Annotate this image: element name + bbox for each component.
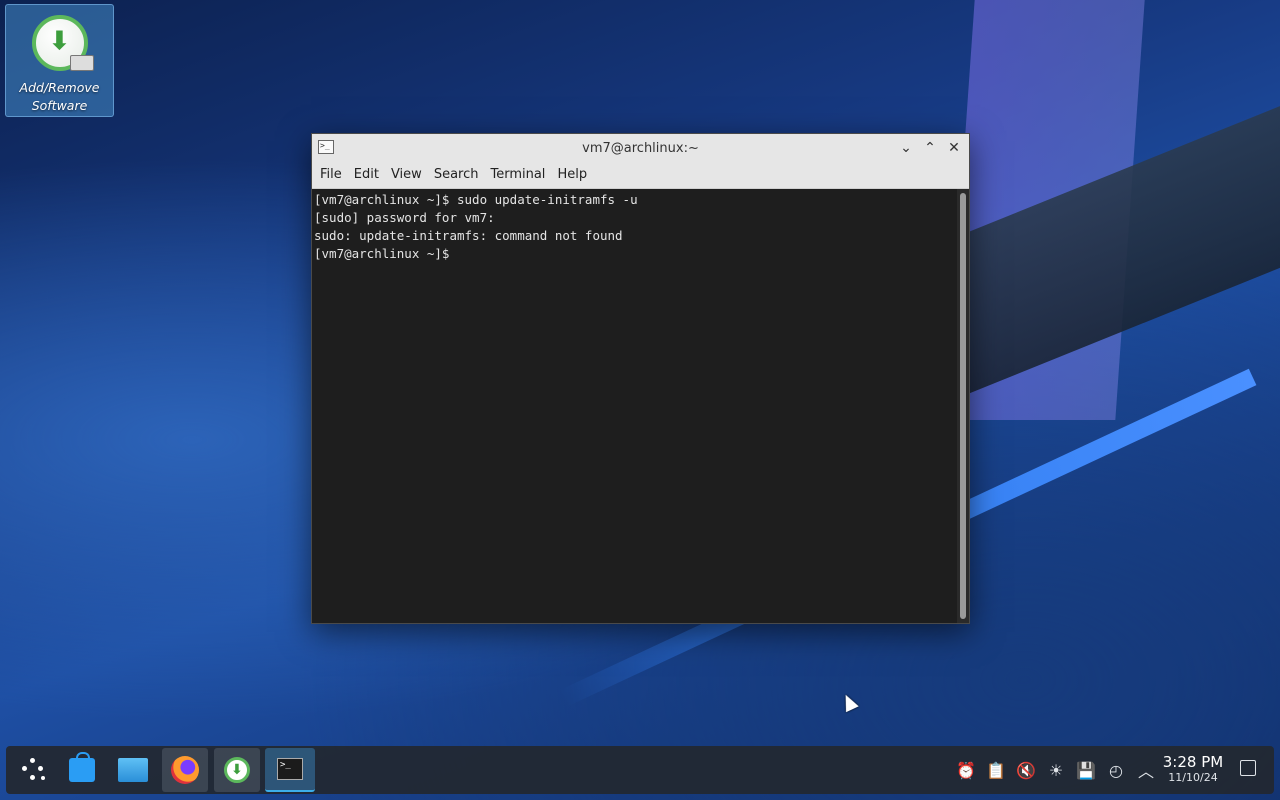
terminal-output[interactable]: [vm7@archlinux ~]$ sudo update-initramfs… (312, 189, 957, 623)
clock-time: 3:28 PM (1162, 753, 1224, 771)
software-installer-button[interactable]: ⬇ (214, 748, 260, 792)
firefox-button[interactable] (162, 748, 208, 792)
expand-tray-icon[interactable]: ︿ (1131, 758, 1161, 782)
notifications-icon[interactable]: ⏰ (951, 761, 981, 780)
clock[interactable]: 3:28 PM 11/10/24 (1162, 753, 1224, 785)
wallpaper-purple-band (945, 0, 1145, 420)
show-desktop-icon[interactable] (1240, 760, 1256, 776)
store-icon (69, 752, 95, 782)
menu-bar: File Edit View Search Terminal Help (312, 162, 969, 189)
terminal-window[interactable]: >_ vm7@archlinux:~ ⌄ ⌃ ✕ File Edit View … (311, 133, 970, 624)
terminal-line: [sudo] password for vm7: (314, 210, 495, 225)
terminal-icon: >_ (277, 758, 303, 780)
menu-search[interactable]: Search (428, 162, 485, 188)
clock-date: 11/10/24 (1168, 771, 1218, 784)
firefox-icon (171, 756, 199, 784)
volume-muted-icon[interactable]: 🔇 (1011, 761, 1041, 780)
discover-button[interactable] (59, 748, 105, 792)
mouse-cursor (839, 691, 859, 713)
folder-icon (118, 758, 148, 782)
konsole-taskbar-button[interactable]: >_ (265, 748, 315, 792)
maximize-icon[interactable]: ⌃ (920, 138, 940, 158)
brightness-icon[interactable]: ☀ (1041, 761, 1071, 780)
scrollbar-thumb[interactable] (960, 193, 966, 619)
window-titlebar[interactable]: >_ vm7@archlinux:~ ⌄ ⌃ ✕ (312, 134, 969, 162)
package-install-icon: ⬇ (31, 15, 94, 71)
download-icon: ⬇ (224, 757, 250, 783)
menu-view[interactable]: View (385, 162, 428, 188)
terminal-scrollbar[interactable] (957, 189, 969, 623)
file-manager-button[interactable] (110, 748, 156, 792)
menu-file[interactable]: File (314, 162, 348, 188)
terminal-line: [vm7@archlinux ~]$ sudo update-initramfs… (314, 192, 638, 207)
terminal-line: sudo: update-initramfs: command not foun… (314, 228, 623, 243)
menu-terminal[interactable]: Terminal (484, 162, 551, 188)
terminal-prompt-line: [vm7@archlinux ~]$ (314, 246, 457, 261)
update-icon[interactable]: ◴ (1101, 761, 1131, 780)
close-icon[interactable]: ✕ (944, 138, 964, 158)
desktop-icon-label: Add/Remove Software (19, 80, 100, 113)
window-title: vm7@archlinux:~ (582, 140, 699, 156)
menu-help[interactable]: Help (551, 162, 593, 188)
minimize-icon[interactable]: ⌄ (896, 138, 916, 158)
save-icon[interactable]: 💾 (1071, 761, 1101, 780)
launcher-icon (20, 757, 46, 783)
taskbar: ⬇ >_ ⏰ 📋 🔇 ☀ 💾 ◴ ︿ 3:28 PM 11/10/24 (6, 746, 1274, 794)
terminal-icon[interactable]: >_ (318, 140, 334, 154)
application-launcher-button[interactable] (10, 748, 56, 792)
clipboard-icon[interactable]: 📋 (981, 761, 1011, 780)
system-tray: ⏰ 📋 🔇 ☀ 💾 ◴ ︿ (951, 746, 1161, 794)
menu-edit[interactable]: Edit (348, 162, 385, 188)
desktop-icon-add-remove-software[interactable]: ⬇ Add/Remove Software (5, 4, 114, 117)
